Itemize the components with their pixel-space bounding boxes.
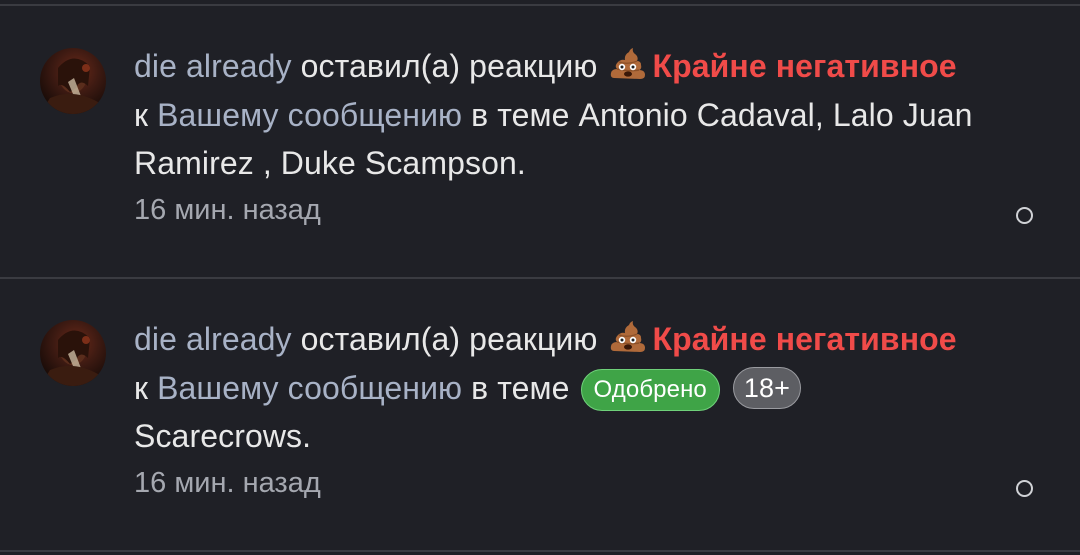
age-restriction-badge: 18+ [732, 366, 801, 409]
notification-text: die already оставил(а) реакцию Крайне не… [134, 42, 1014, 188]
avatar[interactable] [40, 48, 106, 114]
thread-title-link[interactable]: Scarecrows. [134, 418, 311, 454]
in-topic-text: в теме [462, 369, 579, 406]
to-text: к [134, 96, 158, 133]
reaction-label: Крайне негативное [652, 48, 957, 84]
notification-item[interactable]: die already оставил(а) реакцию Крайне не… [0, 279, 1080, 549]
notification-item[interactable]: die already оставил(а) реакцию Крайне не… [0, 6, 1080, 276]
notification-text: die already оставил(а) реакцию Крайне не… [134, 315, 1014, 461]
in-topic-text: в теме [462, 96, 579, 133]
your-message-link[interactable]: Вашему сообщению [157, 370, 462, 406]
pile-of-poo-icon [608, 46, 648, 80]
approved-badge: Одобрено [580, 368, 720, 411]
bottom-divider [0, 550, 1080, 552]
reaction-label: Крайне негативное [652, 321, 957, 357]
pile-of-poo-icon [608, 319, 648, 353]
your-message-link[interactable]: Вашему сообщению [157, 97, 462, 133]
mark-read-toggle[interactable] [1016, 207, 1033, 224]
timestamp: 16 мин. назад [134, 194, 321, 226]
timestamp: 16 мин. назад [134, 467, 321, 499]
mark-read-toggle[interactable] [1016, 480, 1033, 497]
action-text: оставил(а) реакцию [291, 48, 607, 84]
action-text: оставил(а) реакцию [291, 321, 607, 357]
username-link[interactable]: die already [134, 321, 292, 357]
username-link[interactable]: die already [134, 48, 292, 84]
to-text: к [134, 369, 158, 406]
avatar[interactable] [40, 320, 106, 386]
